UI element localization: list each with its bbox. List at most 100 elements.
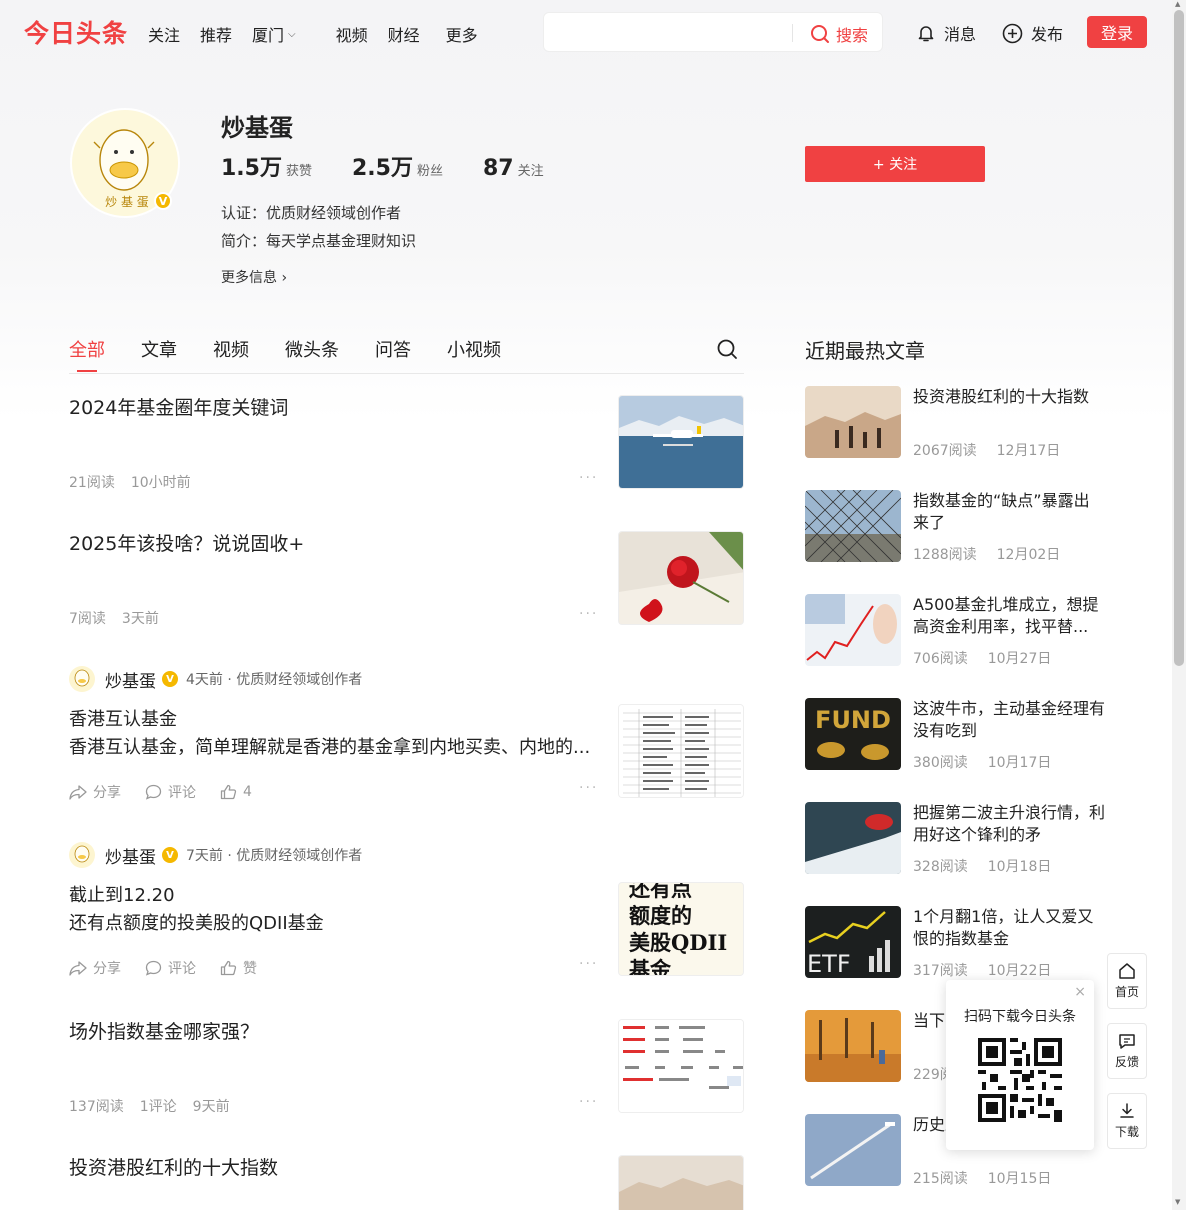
- hot-article-title[interactable]: 这波牛市，主动基金经理有没有吃到: [913, 698, 1105, 742]
- login-button[interactable]: 登录: [1087, 16, 1147, 48]
- author-avatar[interactable]: [69, 666, 95, 692]
- author-avatar[interactable]: [69, 842, 95, 868]
- hot-article-meta: 706阅读 10月27日: [913, 648, 1071, 668]
- tab-micro-posts[interactable]: 微头条: [285, 336, 339, 362]
- more-options-icon[interactable]: ···: [579, 606, 598, 622]
- search-input[interactable]: [554, 21, 784, 45]
- more-options-icon[interactable]: ···: [579, 470, 598, 486]
- like-label: 赞: [243, 961, 257, 977]
- share-button[interactable]: 分享: [69, 958, 121, 978]
- like-button[interactable]: 赞: [220, 958, 257, 978]
- messages-button[interactable]: 消息: [916, 21, 976, 45]
- more-options-icon[interactable]: ···: [579, 956, 598, 972]
- stat-likes: 1.5万 获赞: [221, 150, 312, 182]
- hot-article-thumbnail[interactable]: [805, 386, 901, 458]
- hot-article-title[interactable]: 把握第二波主升浪行情，利用好这个锋利的矛: [913, 802, 1105, 846]
- comment-icon: [145, 960, 162, 976]
- scroll-down-arrow-icon[interactable]: ▼: [1175, 1198, 1180, 1206]
- hot-article-item[interactable]: 指数基金的“缺点”暴露出来了 1288阅读 12月02日: [805, 490, 1105, 563]
- post-line-2[interactable]: 香港互认基金，简单理解就是香港的基金拿到内地买卖、内地的...: [69, 734, 599, 762]
- tab-videos[interactable]: 视频: [213, 336, 249, 362]
- hot-article-item[interactable]: 把握第二波主升浪行情，利用好这个锋利的矛 328阅读 10月18日: [805, 802, 1105, 875]
- micro-post[interactable]: 炒基蛋 V 4天前 · 优质财经领域创作者 香港互认基金 香港互认基金，简单理解…: [69, 664, 744, 804]
- hot-article-thumbnail[interactable]: FUND: [805, 698, 901, 770]
- hot-article-title[interactable]: 1个月翻1倍，让人又爱又恨的指数基金: [913, 906, 1105, 950]
- follow-button[interactable]: + 关注: [805, 146, 985, 182]
- tab-qa[interactable]: 问答: [375, 336, 411, 362]
- nav-item-follow[interactable]: 关注: [148, 22, 180, 46]
- hot-article-title[interactable]: A500基金扎堆成立，想提高资金利用率，找平替...: [913, 594, 1105, 638]
- read-count: 317阅读: [913, 963, 968, 979]
- feed-thumbnail[interactable]: [618, 395, 744, 489]
- feed-item[interactable]: 场外指数基金哪家强？ 137阅读 1评论 9天前 ···: [69, 1018, 744, 1118]
- stat-follows[interactable]: 87 关注: [483, 156, 544, 181]
- fence-photo: [805, 490, 901, 562]
- tab-all[interactable]: 全部: [69, 336, 105, 372]
- home-tool-button[interactable]: 首页: [1107, 953, 1147, 1009]
- hot-article-item[interactable]: A500基金扎堆成立，想提高资金利用率，找平替... 706阅读 10月27日: [805, 594, 1105, 668]
- publish-date: 10月22日: [987, 963, 1052, 979]
- feed-thumbnail[interactable]: [618, 1155, 744, 1210]
- download-tool-button[interactable]: 下载: [1107, 1093, 1147, 1149]
- scrollbar-thumb[interactable]: [1174, 10, 1184, 666]
- more-info-link[interactable]: 更多信息 ›: [221, 267, 287, 287]
- tab-articles[interactable]: 文章: [141, 336, 177, 362]
- feed-thumbnail[interactable]: [618, 704, 744, 798]
- hot-article-meta: 317阅读 10月22日: [913, 960, 1071, 980]
- publish-button[interactable]: 发布: [1002, 21, 1063, 45]
- nav-item-recommend[interactable]: 推荐: [200, 22, 232, 46]
- feed-item[interactable]: 2024年基金圈年度关键词 21阅读 10小时前 ···: [69, 394, 744, 494]
- post-line-1[interactable]: 香港互认基金: [69, 706, 599, 734]
- feedback-tool-button[interactable]: 反馈: [1107, 1023, 1147, 1079]
- hot-article-thumbnail[interactable]: [805, 1010, 901, 1082]
- hot-article-title[interactable]: 指数基金的“缺点”暴露出来了: [913, 490, 1105, 534]
- comment-button[interactable]: 评论: [145, 782, 196, 802]
- feed-thumbnail[interactable]: [618, 1019, 744, 1113]
- publish-date: 10月15日: [987, 1171, 1052, 1187]
- author-name[interactable]: 炒基蛋: [105, 843, 156, 868]
- post-line-1[interactable]: 截止到12.20: [69, 882, 599, 910]
- hot-article-item[interactable]: ETF 1个月翻1倍，让人又爱又恨的指数基金 317阅读 10月22日: [805, 906, 1105, 980]
- hot-article-item[interactable]: FUND 这波牛市，主动基金经理有没有吃到 380阅读 10月17日: [805, 698, 1105, 771]
- verified-badge-icon: V: [162, 847, 178, 863]
- share-button[interactable]: 分享: [69, 782, 121, 802]
- rising-chart-photo: [805, 594, 901, 666]
- post-line-2[interactable]: 还有点额度的投美股的QDII基金: [69, 910, 599, 938]
- hot-article-thumbnail[interactable]: ETF: [805, 906, 901, 978]
- more-options-icon[interactable]: ···: [579, 780, 598, 796]
- micro-post[interactable]: 炒基蛋 V 7天前 · 优质财经领域创作者 截止到12.20 还有点额度的投美股…: [69, 840, 744, 980]
- nav-item-video[interactable]: 视频: [336, 22, 368, 46]
- seaplane-photo: [619, 396, 743, 488]
- search-button[interactable]: 搜索: [810, 22, 868, 46]
- hot-article-title[interactable]: 投资港股红利的十大指数: [913, 386, 1105, 408]
- close-icon[interactable]: ×: [1074, 984, 1086, 1000]
- post-time: 9天前: [192, 1099, 230, 1115]
- feed-item[interactable]: 投资港股红利的十大指数: [69, 1154, 744, 1210]
- search-icon[interactable]: [716, 338, 738, 360]
- profile-name: 炒基蛋: [221, 114, 293, 142]
- hot-article-item[interactable]: 投资港股红利的十大指数 2067阅读 12月17日: [805, 386, 1105, 459]
- nav-item-finance[interactable]: 财经: [388, 22, 420, 46]
- nav-item-city[interactable]: 厦门 ⌵: [252, 22, 316, 46]
- nav-item-more[interactable]: 更多: [446, 22, 478, 46]
- hot-article-thumbnail[interactable]: [805, 490, 901, 562]
- scroll-up-arrow-icon[interactable]: ▲: [1175, 0, 1180, 8]
- tab-short-videos[interactable]: 小视频: [447, 336, 501, 362]
- likes-unit: 获赞: [285, 164, 312, 179]
- stat-fans[interactable]: 2.5万 粉丝: [352, 150, 443, 182]
- comment-button[interactable]: 评论: [145, 958, 196, 978]
- feed-thumbnail[interactable]: 还有点 额度的 美股QDII 基金: [618, 882, 744, 976]
- search-divider: [792, 24, 793, 42]
- author-name[interactable]: 炒基蛋: [105, 667, 156, 692]
- more-options-icon[interactable]: ···: [579, 1094, 598, 1110]
- feed-item[interactable]: 2025年该投啥？说说固收+ 7阅读 3天前 ···: [69, 530, 744, 630]
- hot-article-thumbnail[interactable]: [805, 594, 901, 666]
- read-count: 380阅读: [913, 755, 968, 771]
- like-count: 4: [243, 784, 252, 800]
- like-button[interactable]: 4: [220, 782, 252, 802]
- feed-thumbnail[interactable]: [618, 531, 744, 625]
- logo[interactable]: 今日头条: [24, 14, 128, 50]
- index-quotes-image: [619, 1020, 743, 1112]
- hot-article-thumbnail[interactable]: [805, 802, 901, 874]
- hot-article-thumbnail[interactable]: [805, 1114, 901, 1186]
